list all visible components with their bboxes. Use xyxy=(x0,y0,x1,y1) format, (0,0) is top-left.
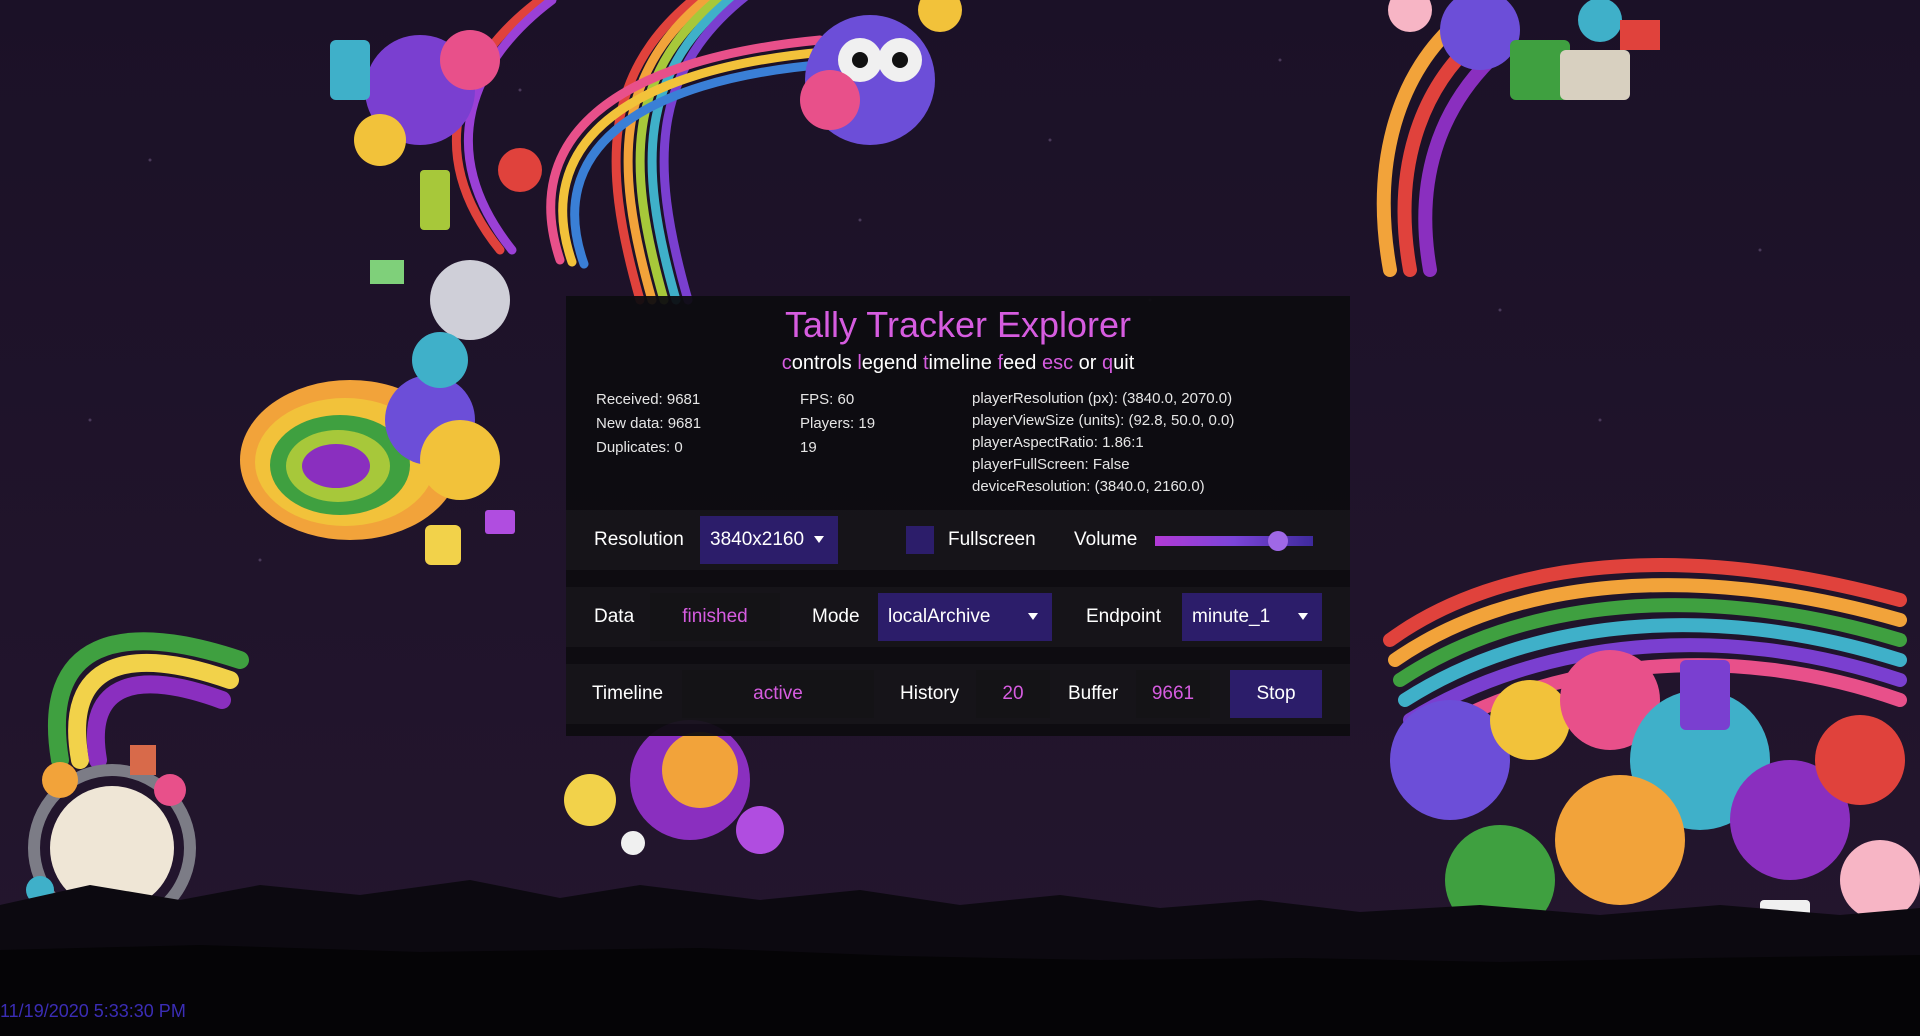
data-label: Data xyxy=(594,606,635,627)
device-resolution: deviceResolution: (3840.0, 2160.0) xyxy=(972,478,1205,495)
resolution-select[interactable]: 3840x2160 xyxy=(700,516,838,564)
fullscreen-checkbox[interactable] xyxy=(906,526,934,554)
timeline-status: active xyxy=(682,670,874,718)
volume-slider-track[interactable] xyxy=(1155,536,1313,546)
menu-item-label: uit xyxy=(1113,352,1135,374)
explorer-panel: Tally Tracker Explorer controls legend t… xyxy=(566,296,1350,736)
stats-column-2: FPS: 60 Players: 19 19 xyxy=(800,388,875,460)
stat-player-count: 19 xyxy=(800,439,817,456)
endpoint-label: Endpoint xyxy=(1086,606,1162,627)
menu-item-label: egend xyxy=(861,352,918,374)
chevron-down-icon xyxy=(1298,613,1308,620)
menu-item-label: ontrols xyxy=(791,352,852,374)
fullscreen-label: Fullscreen xyxy=(948,529,1036,550)
menu-hotkey: esc xyxy=(1041,352,1074,374)
chevron-down-icon xyxy=(1028,613,1038,620)
menu-item-legend[interactable]: legend xyxy=(857,352,917,374)
player-resolution: playerResolution (px): (3840.0, 2070.0) xyxy=(972,390,1233,407)
mode-value: localArchive xyxy=(888,606,991,627)
endpoint-select[interactable]: minute_1 xyxy=(1182,593,1322,641)
resolution-label: Resolution xyxy=(594,529,684,550)
chevron-down-icon xyxy=(814,536,824,543)
player-info-column: playerResolution (px): (3840.0, 2070.0) … xyxy=(972,388,1234,498)
menu-item-feed[interactable]: feed xyxy=(997,352,1036,374)
timeline-controls-row: Timeline active History 20 Buffer 9661 S… xyxy=(566,664,1350,724)
hotkey-menu: controls legend timeline feed esc or qui… xyxy=(566,352,1350,375)
mode-label: Mode xyxy=(812,606,860,627)
buffer-label: Buffer xyxy=(1068,683,1119,704)
resolution-value: 3840x2160 xyxy=(710,529,805,550)
stats-column-1: Received: 9681 New data: 9681 Duplicates… xyxy=(596,388,701,460)
volume-slider-thumb[interactable] xyxy=(1268,531,1289,551)
history-input[interactable]: 20 xyxy=(976,670,1050,718)
display-controls-row: Resolution 3840x2160 Fullscreen Volume xyxy=(566,510,1350,570)
history-label: History xyxy=(900,683,960,704)
stat-received: Received: 9681 xyxy=(596,391,701,408)
stat-fps: FPS: 60 xyxy=(800,391,855,408)
menu-item-controls[interactable]: controls xyxy=(782,352,852,374)
player-view-size: playerViewSize (units): (92.8, 50.0, 0.0… xyxy=(972,412,1235,429)
data-status: finished xyxy=(650,593,780,641)
stat-new-data: New data: 9681 xyxy=(596,415,702,432)
player-fullscreen: playerFullScreen: False xyxy=(972,456,1130,473)
data-controls-row: Data finished Mode localArchive Endpoint… xyxy=(566,587,1350,647)
app-title: Tally Tracker Explorer xyxy=(784,304,1132,345)
timestamp: 11/19/2020 5:33:30 PM xyxy=(0,1001,186,1021)
stop-button[interactable]: Stop xyxy=(1230,670,1322,718)
menu-hotkey: c xyxy=(781,352,792,374)
buffer-value: 9661 xyxy=(1136,670,1210,718)
endpoint-value: minute_1 xyxy=(1192,606,1271,627)
mode-select[interactable]: localArchive xyxy=(878,593,1052,641)
menu-item-label: imeline xyxy=(928,352,992,374)
menu-item-esc[interactable]: esc xyxy=(1042,352,1073,374)
volume-label: Volume xyxy=(1074,529,1138,550)
player-aspect-ratio: playerAspectRatio: 1.86:1 xyxy=(972,434,1144,451)
menu-item-timeline[interactable]: timeline xyxy=(923,352,992,374)
stat-duplicates: Duplicates: 0 xyxy=(596,439,683,456)
menu-hotkey: q xyxy=(1102,352,1114,374)
menu-text-or: or xyxy=(1078,352,1097,374)
stat-players: Players: 19 xyxy=(800,415,876,432)
menu-item-label: eed xyxy=(1003,352,1037,374)
menu-item-quit[interactable]: quit xyxy=(1102,352,1134,374)
timeline-label: Timeline xyxy=(592,683,664,704)
